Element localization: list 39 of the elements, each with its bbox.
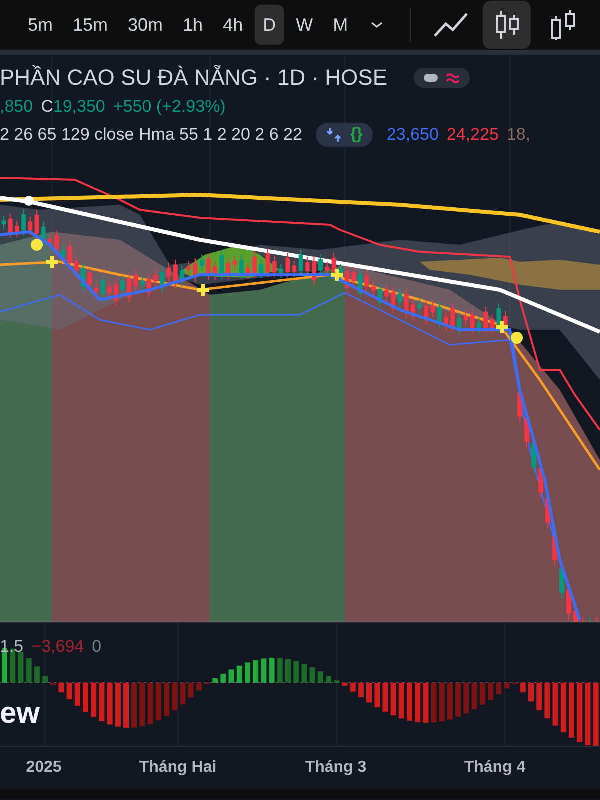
signal-dot — [31, 239, 43, 251]
interval-tab[interactable]: 15m — [65, 5, 116, 45]
oscillator-value: −3,694 — [32, 637, 84, 657]
indicator-value: 24,225 — [446, 125, 499, 145]
time-axis-label: Tháng 4 — [464, 759, 526, 777]
symbol-title: PHẦN CAO SU ĐÀ NẴNG · 1D · HOSE — [0, 65, 388, 91]
chart-type-button[interactable] — [483, 1, 532, 49]
interval-tab[interactable]: 4h — [215, 5, 252, 45]
cross-marker — [329, 267, 345, 283]
open-value: ,850 — [0, 97, 34, 117]
close-value: 19,350 — [53, 97, 106, 117]
cross-marker — [44, 254, 60, 270]
price-change: +550 (+2.93%) — [113, 97, 226, 117]
chevron-down-icon[interactable] — [370, 20, 384, 30]
logo-text: ew — [0, 697, 40, 731]
interval-tab[interactable]: M — [325, 5, 356, 45]
oscillator-value: 0 — [92, 637, 102, 657]
oscillator-value: 1.5 — [0, 637, 24, 657]
interval-tab[interactable]: W — [288, 5, 322, 45]
indicator-value: 18, — [506, 125, 531, 145]
minus-icon — [424, 74, 438, 82]
interval-tab[interactable]: D — [255, 5, 284, 45]
close-label: C — [41, 97, 54, 117]
signal-dot — [511, 332, 523, 344]
indicator-controls[interactable]: {} — [316, 123, 373, 147]
interval-tab[interactable]: 30m — [120, 5, 172, 45]
wave-icon — [446, 72, 460, 84]
time-axis-label: Tháng 3 — [305, 759, 367, 777]
indicator-value: 23,650 — [386, 125, 439, 145]
cross-marker — [195, 282, 211, 298]
signal-dot — [24, 196, 34, 206]
time-axis-label: Tháng Hai — [139, 759, 217, 777]
indicator-params: 2 26 65 129 close Hma 55 1 2 20 2 6 22 — [0, 125, 302, 145]
interval-tab[interactable]: 5m — [20, 5, 62, 45]
arrows-icon — [326, 127, 342, 143]
cross-marker — [494, 319, 510, 335]
time-axis-label: 2025 — [26, 759, 62, 777]
visibility-toggle[interactable] — [414, 68, 470, 88]
interval-tab[interactable]: 1h — [175, 5, 212, 45]
